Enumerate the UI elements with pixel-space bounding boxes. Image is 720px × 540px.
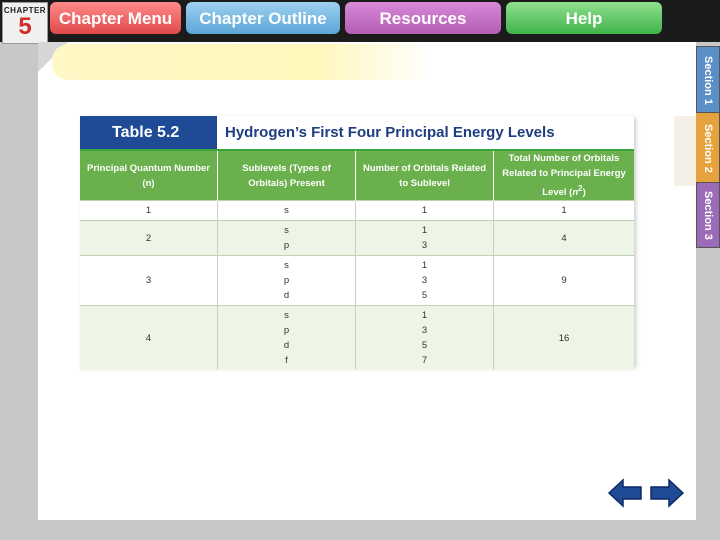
column-header: Principal Quantum Number (n) [80,151,218,201]
cell-sublevels-line: p [283,275,290,287]
chapter-number: 5 [18,13,32,40]
cell-sublevels-line: s [284,205,289,217]
cell-sublevels-line: s [284,310,289,322]
tab-chapter-menu[interactable]: Chapter Menu [48,0,183,36]
tab-resources[interactable]: Resources [343,0,503,36]
cell-sublevels-line: f [285,355,288,367]
cell-total-orbitals: 9 [493,255,634,306]
cell-total-orbitals: 16 [493,305,634,371]
cell-orbitals-per-sublevel-line: 3 [421,240,428,252]
cell-principal-quantum-number-line: 4 [145,332,152,344]
cell-sublevels-line: d [283,340,290,352]
cell-orbitals-per-sublevel: 13 [355,220,494,256]
cell-sublevels: spdf [217,305,356,371]
cell-principal-quantum-number: 4 [80,305,218,371]
side-tab-section-1[interactable]: Section 1 [696,46,720,114]
cell-orbitals-per-sublevel-line: 1 [421,205,428,217]
cell-sublevels: s [217,200,356,221]
top-navigation-bar: CHAPTER 5 Chapter Menu Chapter Outline R… [0,0,720,44]
table-row: 4 s p d f 1 3 5 7 16 [80,305,634,371]
previous-arrow-button[interactable] [607,478,643,508]
side-tab-shadow [674,116,696,186]
table-body: 1 s 1 1 2 s p 1 3 4 3 s p d 1 3 5 9 4 s p d f 1 3 5 7 16 [80,200,634,371]
cell-sublevels: spd [217,255,356,306]
cell-sublevels: sp [217,220,356,256]
cell-total-orbitals: 4 [493,220,634,256]
side-tab-section-2[interactable]: Section 2 [696,112,720,184]
cell-orbitals-per-sublevel-line: 3 [421,325,428,337]
cell-principal-quantum-number-line: 2 [145,232,152,244]
cell-sublevels-line: p [283,325,290,337]
cell-orbitals-per-sublevel: 1 [355,200,494,221]
cell-principal-quantum-number: 3 [80,255,218,306]
table-header-bar: Table 5.2 Hydrogen’s First Four Principa… [80,116,634,151]
next-arrow-button[interactable] [649,478,685,508]
cell-orbitals-per-sublevel-line: 5 [421,290,428,302]
cell-total-orbitals-line: 9 [561,275,567,287]
title-highlight [52,44,432,80]
table-header-row: Principal Quantum Number (n) Sublevels (… [80,151,634,201]
energy-levels-table-panel: Table 5.2 Hydrogen’s First Four Principa… [80,116,634,371]
tab-help[interactable]: Help [504,0,664,36]
cell-total-orbitals-line: 16 [558,332,570,344]
table-number: Table 5.2 [80,116,217,149]
cell-principal-quantum-number-line: 1 [145,205,152,217]
cell-sublevels-line: s [284,260,289,272]
table-row: 2sp134 [80,220,634,256]
cell-orbitals-per-sublevel-line: 1 [421,225,428,237]
cell-sublevels-line: d [283,290,290,302]
tab-chapter-outline[interactable]: Chapter Outline [184,0,342,36]
cell-total-orbitals-line: 1 [561,205,567,217]
chapter-badge[interactable]: CHAPTER 5 [2,2,48,44]
column-header: Number of Orbitals Related to Sublevel [355,151,494,201]
cell-orbitals-per-sublevel: 1 3 5 [355,255,494,306]
cell-orbitals-per-sublevel-line: 1 [421,310,428,322]
cell-principal-quantum-number: 2 [80,220,218,256]
table-title: Hydrogen’s First Four Principal Energy L… [225,124,555,141]
cell-total-orbitals: 1 [493,200,634,221]
energy-levels-table: Principal Quantum Number (n) Sublevels (… [80,151,634,371]
side-tab-section-3[interactable]: Section 3 [696,182,720,248]
cell-principal-quantum-number: 1 [80,200,218,221]
table-row: 3 spd 1 3 5 9 [80,255,634,306]
cell-orbitals-per-sublevel: 1 3 5 7 [355,305,494,371]
cell-principal-quantum-number-line: 3 [145,275,152,287]
cell-orbitals-per-sublevel-line: 7 [421,355,428,367]
cell-sublevels-line: p [283,240,290,252]
cell-sublevels-line: s [284,225,289,237]
cell-orbitals-per-sublevel-line: 5 [421,340,428,352]
cell-total-orbitals-line: 4 [561,232,567,244]
column-header: Sublevels (Types of Orbitals) Present [217,151,356,201]
cell-orbitals-per-sublevel-line: 1 [421,260,428,272]
column-header: Total Number of Orbitals Related to Prin… [493,151,634,201]
table-row: 1 s 1 1 [80,200,634,221]
cell-orbitals-per-sublevel-line: 3 [421,275,428,287]
